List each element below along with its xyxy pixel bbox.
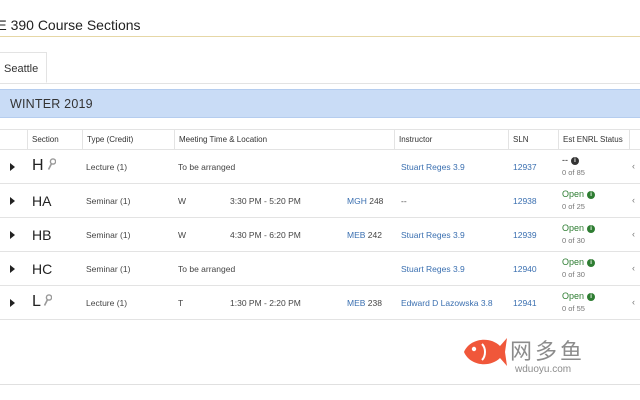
table-row[interactable]: L Lecture (1) T 1:30 PM - 2:20 PM MEB 23… bbox=[0, 286, 640, 320]
status-label: Open bbox=[562, 291, 585, 301]
info-icon[interactable]: i bbox=[587, 191, 596, 199]
meeting-location: MEB 242 bbox=[347, 230, 382, 240]
expand-arrow-icon[interactable] bbox=[10, 197, 15, 205]
meeting-time: 4:30 PM - 6:20 PM bbox=[230, 230, 301, 240]
sln-link[interactable]: 12938 bbox=[513, 196, 537, 206]
column-header-sln: SLN bbox=[508, 130, 558, 149]
section-type: Seminar (1) bbox=[86, 230, 131, 240]
page-title: SE 390 Course Sections bbox=[0, 17, 141, 33]
row-edge: ‹ bbox=[632, 195, 635, 205]
room-number: 242 bbox=[367, 230, 382, 240]
row-edge: ‹ bbox=[632, 263, 635, 273]
status-label: Open bbox=[562, 189, 585, 199]
page-header: SE 390 Course Sections bbox=[0, 0, 640, 37]
expand-arrow-icon[interactable] bbox=[10, 299, 15, 307]
table-row[interactable]: H Lecture (1) To be arranged Stuart Rege… bbox=[0, 150, 640, 184]
sln-link[interactable]: 12940 bbox=[513, 264, 537, 274]
enrollment-count: 0 of 30 bbox=[562, 236, 585, 245]
wrench-icon bbox=[47, 158, 56, 170]
campus-tabs: Seattle bbox=[0, 52, 640, 84]
section-code: H bbox=[32, 157, 44, 174]
enrollment-count: 0 of 25 bbox=[562, 202, 585, 211]
meeting-days: T bbox=[178, 298, 184, 308]
enrollment-status: Open i 0 of 30 bbox=[562, 257, 596, 279]
instructor-link[interactable]: Stuart Reges 3.9 bbox=[401, 162, 465, 172]
column-header-meeting: Meeting Time & Location bbox=[174, 130, 394, 149]
enrollment-count: 0 of 85 bbox=[562, 168, 585, 177]
quarter-banner: WINTER 2019 bbox=[0, 89, 640, 118]
meeting-days: To be arranged bbox=[178, 162, 236, 172]
instructor-link[interactable]: Stuart Reges 3.9 bbox=[401, 264, 465, 274]
instructor-link[interactable]: Edward D Lazowska 3.8 bbox=[401, 298, 493, 308]
watermark: 网多鱼 wduoyu.com bbox=[460, 330, 640, 378]
column-header-section: Section bbox=[27, 130, 82, 149]
section-type: Lecture (1) bbox=[86, 298, 128, 308]
expand-arrow-icon[interactable] bbox=[10, 231, 15, 239]
info-icon[interactable]: i bbox=[571, 157, 579, 165]
room-number: 238 bbox=[367, 298, 382, 308]
meeting-time: 3:30 PM - 5:20 PM bbox=[230, 196, 301, 206]
column-header-type: Type (Credit) bbox=[82, 130, 174, 149]
meeting-days: To be arranged bbox=[178, 264, 236, 274]
column-header-status: Est ENRL Status bbox=[558, 130, 629, 149]
meeting-location: MGH 248 bbox=[347, 196, 383, 206]
status-label: Open bbox=[562, 257, 585, 267]
row-edge: ‹ bbox=[632, 229, 635, 239]
column-header-extra bbox=[629, 130, 640, 149]
sln-link[interactable]: 12937 bbox=[513, 162, 537, 172]
instructor-name: -- bbox=[401, 196, 407, 206]
table-row[interactable]: HB Seminar (1) W 4:30 PM - 6:20 PM MEB 2… bbox=[0, 218, 640, 252]
instructor-link[interactable]: Stuart Reges 3.9 bbox=[401, 230, 465, 240]
enrollment-status: Open i 0 of 55 bbox=[562, 291, 596, 313]
sln-link[interactable]: 12939 bbox=[513, 230, 537, 240]
building-link[interactable]: MEB bbox=[347, 230, 365, 240]
building-link[interactable]: MGH bbox=[347, 196, 367, 206]
section-type: Seminar (1) bbox=[86, 196, 131, 206]
enrollment-status: Open i 0 of 30 bbox=[562, 223, 596, 245]
watermark-text: 网多鱼 bbox=[510, 339, 586, 364]
section-type: Lecture (1) bbox=[86, 162, 128, 172]
tab-seattle-label: Seattle bbox=[4, 63, 39, 75]
section-type: Seminar (1) bbox=[86, 264, 131, 274]
table-row[interactable]: HC Seminar (1) To be arranged Stuart Reg… bbox=[0, 252, 640, 286]
status-label: Open bbox=[562, 223, 585, 233]
meeting-days: W bbox=[178, 230, 187, 240]
enrollment-count: 0 of 55 bbox=[562, 304, 585, 313]
info-icon[interactable]: i bbox=[587, 225, 596, 233]
meeting-days: W bbox=[178, 196, 187, 206]
watermark-url: wduoyu.com bbox=[515, 364, 572, 375]
room-number: 248 bbox=[369, 196, 384, 206]
section-code: L bbox=[32, 293, 41, 310]
row-edge: ‹ bbox=[632, 297, 635, 307]
sln-link[interactable]: 12941 bbox=[513, 298, 537, 308]
enrollment-status: Open i 0 of 25 bbox=[562, 189, 596, 211]
expand-arrow-icon[interactable] bbox=[10, 265, 15, 273]
building-link[interactable]: MEB bbox=[347, 298, 365, 308]
enrollment-count: 0 of 30 bbox=[562, 270, 585, 279]
tab-seattle[interactable]: Seattle bbox=[0, 52, 47, 83]
column-header-instructor: Instructor bbox=[394, 130, 508, 149]
wrench-icon bbox=[43, 294, 52, 306]
status-label: -- bbox=[562, 155, 568, 165]
footer-divider bbox=[0, 384, 640, 385]
section-code: HA bbox=[32, 193, 52, 209]
row-edge: ‹ bbox=[632, 161, 635, 171]
meeting-location: MEB 238 bbox=[347, 298, 382, 308]
table-header: Section Type (Credit) Meeting Time & Loc… bbox=[0, 129, 640, 150]
info-icon[interactable]: i bbox=[587, 293, 596, 301]
enrollment-status: -- i 0 of 85 bbox=[562, 155, 585, 177]
section-code: HB bbox=[32, 227, 52, 243]
section-code: HC bbox=[32, 261, 53, 277]
meeting-time: 1:30 PM - 2:20 PM bbox=[230, 298, 301, 308]
fish-logo-icon bbox=[464, 338, 507, 366]
info-icon[interactable]: i bbox=[587, 259, 596, 267]
expand-arrow-icon[interactable] bbox=[10, 163, 15, 171]
table-row[interactable]: HA Seminar (1) W 3:30 PM - 5:20 PM MGH 2… bbox=[0, 184, 640, 218]
quarter-label: WINTER 2019 bbox=[10, 97, 93, 111]
